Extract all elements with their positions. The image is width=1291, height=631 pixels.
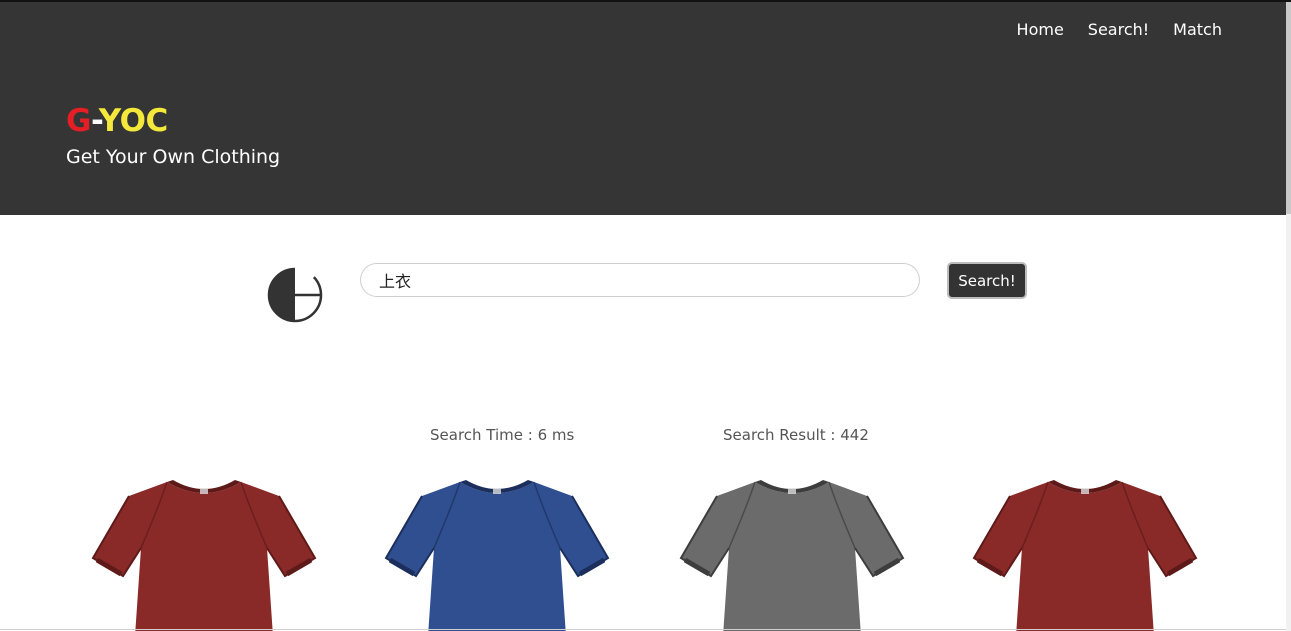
g-logo-icon [266, 266, 324, 324]
product-card[interactable] [89, 476, 319, 631]
brand-dash: - [90, 103, 99, 139]
search-input[interactable] [360, 263, 920, 297]
search-time-label: Search Time : 6 ms [430, 426, 575, 444]
scrollbar-thumb[interactable] [1286, 2, 1291, 214]
tshirt-image [972, 480, 1198, 631]
top-nav: Home Search! Match [1017, 20, 1222, 39]
product-card[interactable] [382, 476, 612, 631]
product-card[interactable] [970, 476, 1200, 631]
brand-yoc: YOC [98, 103, 168, 139]
search-result-count: Search Result : 442 [723, 426, 869, 444]
tshirt-image [91, 480, 317, 631]
page: Home Search! Match G-YOC Get Your Own Cl… [0, 0, 1291, 631]
nav-match-link[interactable]: Match [1173, 20, 1222, 39]
site-header: Home Search! Match G-YOC Get Your Own Cl… [0, 2, 1286, 215]
tshirt-image [384, 480, 610, 631]
nav-search-link[interactable]: Search! [1088, 20, 1149, 39]
brand-title: G-YOC [66, 103, 168, 139]
scrollbar-track[interactable] [1286, 214, 1291, 631]
tshirt-image [679, 480, 905, 631]
search-button[interactable]: Search! [947, 262, 1027, 299]
product-card[interactable] [677, 476, 907, 631]
viewport-bottom-edge [0, 629, 1286, 630]
brand-tagline: Get Your Own Clothing [66, 146, 281, 168]
brand-g: G [66, 103, 91, 139]
nav-home-link[interactable]: Home [1017, 20, 1064, 39]
